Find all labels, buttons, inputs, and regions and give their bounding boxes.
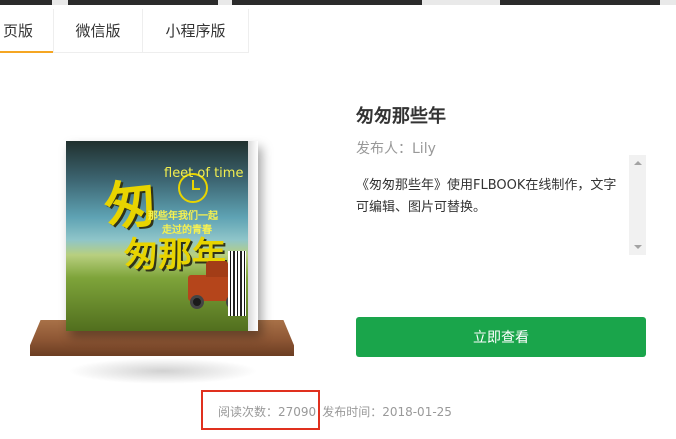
cover-subtitle-line1: 那些年我们一起 (148, 211, 218, 222)
book-title: 匆匆那些年 (356, 106, 446, 127)
banner-thumb (232, 0, 422, 5)
version-tabs: 页版 微信版 小程序版 (0, 9, 249, 53)
tab-web-version[interactable]: 页版 (0, 9, 54, 53)
banner-thumb (0, 0, 52, 5)
book-description: 《匆匆那些年》使用FLBOOK在线制作，文字可编辑、图片可替换。 (356, 178, 617, 215)
book-spine (248, 141, 258, 331)
cover-english-text: fleet of time (164, 166, 244, 181)
view-now-button[interactable]: 立即查看 (356, 317, 646, 357)
book-display: 匆 fleet of time 那些年我们一起 走过的青春 匆那年 (28, 136, 296, 386)
scroll-up-arrow-icon[interactable] (629, 155, 646, 171)
scroll-down-arrow-icon[interactable] (629, 239, 646, 255)
shelf-shadow (68, 358, 258, 384)
tab-miniprogram-version[interactable]: 小程序版 (143, 9, 249, 53)
description-scrollbar[interactable] (629, 155, 646, 255)
top-banner-strip (0, 0, 676, 5)
publish-date: 发布时间：2018-01-25 (322, 405, 452, 419)
barcode-graphic (228, 251, 246, 316)
book-cover[interactable]: 匆 fleet of time 那些年我们一起 走过的青春 匆那年 (66, 141, 258, 331)
banner-thumb (500, 0, 660, 5)
banner-thumb (68, 0, 218, 5)
truck-wheel (190, 295, 204, 309)
description-box[interactable]: 《匆匆那些年》使用FLBOOK在线制作，文字可编辑、图片可替换。 (356, 155, 646, 255)
read-count-highlight (201, 390, 320, 430)
tab-wechat-version[interactable]: 微信版 (54, 9, 143, 53)
